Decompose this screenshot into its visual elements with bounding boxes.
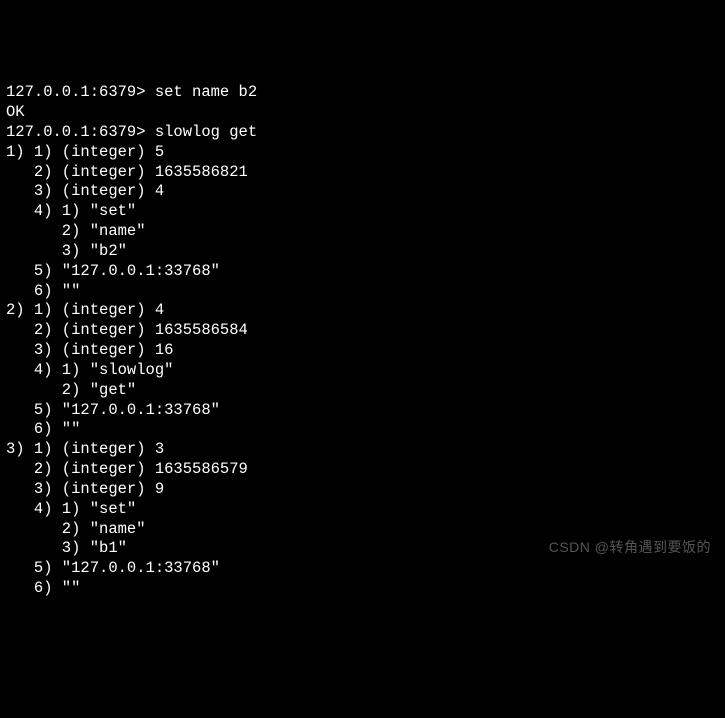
- watermark: CSDN @转角遇到要饭的: [549, 539, 711, 557]
- terminal-output: 127.0.0.1:6379> set name b2 OK 127.0.0.1…: [6, 83, 719, 599]
